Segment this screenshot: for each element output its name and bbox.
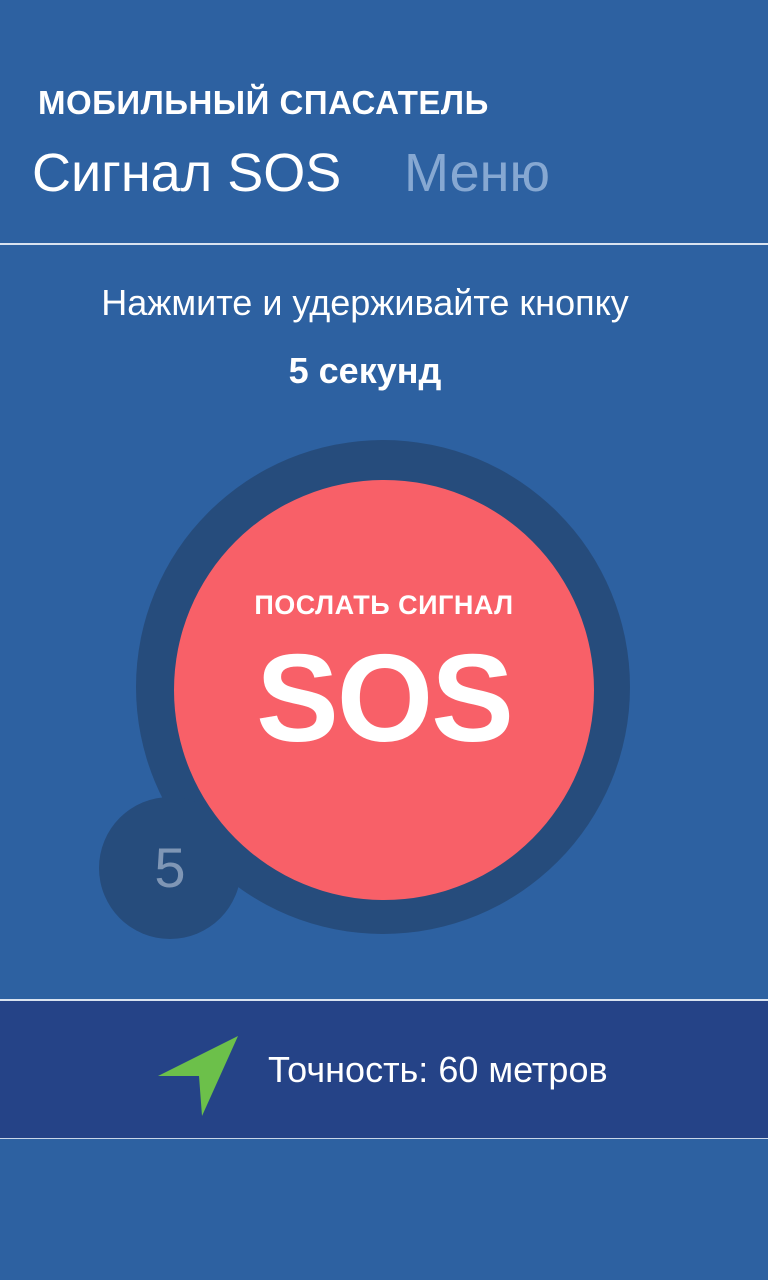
location-status-bar: Точность: 60 метров [0, 1001, 768, 1138]
sos-button-caption: ПОСЛАТЬ СИГНАЛ [254, 590, 514, 620]
tab-menu[interactable]: Меню [404, 142, 550, 204]
status-bottom-divider [0, 1138, 768, 1139]
navigation-arrow-icon [158, 1036, 238, 1116]
tab-sos-signal[interactable]: Сигнал SOS [32, 142, 341, 204]
duration-text: 5 секунд [288, 350, 442, 391]
instruction-text: Нажмите и удерживайте кнопку [101, 282, 629, 323]
sos-button-label: SOS [256, 630, 514, 768]
accuracy-text: Точность: 60 метров [268, 1049, 608, 1090]
header-divider [0, 243, 768, 245]
sos-button[interactable]: ПОСЛАТЬ СИГНАЛ SOS [174, 480, 594, 900]
app-title: МОБИЛЬНЫЙ СПАСАТЕЛЬ [38, 84, 489, 121]
